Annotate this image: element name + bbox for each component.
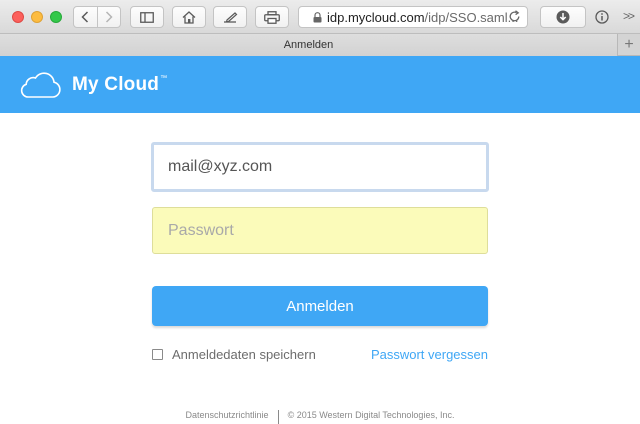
info-button[interactable] (590, 6, 614, 28)
brand-logo-text: My Cloud™ (72, 74, 167, 96)
address-bar[interactable]: idp.mycloud.com/idp/SSO.saml... (298, 6, 528, 28)
reload-icon[interactable] (508, 10, 521, 23)
tab-anmelden[interactable]: Anmelden (0, 34, 617, 56)
email-input[interactable] (151, 142, 489, 192)
chevron-double-right-icon[interactable]: >> (623, 9, 635, 23)
chevron-left-icon (81, 11, 89, 23)
back-button[interactable] (74, 7, 97, 27)
brand-name: My Cloud (72, 74, 160, 95)
browser-toolbar: idp.mycloud.com/idp/SSO.saml... >> (0, 0, 640, 34)
sidebar-icon (140, 11, 154, 23)
footer: Datenschutzrichtlinie © 2015 Western Dig… (0, 408, 640, 424)
tab-bar: Anmelden + (0, 34, 640, 56)
privacy-policy-link[interactable]: Datenschutzrichtlinie (186, 410, 269, 420)
download-icon (556, 10, 570, 24)
home-button[interactable] (172, 6, 206, 28)
annotate-button[interactable] (213, 6, 247, 28)
zoom-window-button[interactable] (50, 11, 62, 23)
tab-title: Anmelden (283, 39, 334, 51)
login-button[interactable]: Anmelden (152, 286, 488, 326)
remember-me[interactable]: Anmeldedaten speichern (152, 347, 316, 362)
downloads-button[interactable] (540, 6, 586, 28)
app-header: My Cloud™ (0, 56, 640, 113)
info-icon (595, 10, 609, 24)
print-icon (264, 10, 280, 24)
lock-icon (313, 11, 322, 22)
trademark-symbol: ™ (160, 75, 168, 82)
forward-button[interactable] (98, 7, 121, 27)
copyright-text: © 2015 Western Digital Technologies, Inc… (287, 410, 455, 420)
sidebar-button[interactable] (130, 6, 164, 28)
url-path: /idp/SSO.saml... (424, 9, 519, 25)
pencil-icon (223, 12, 237, 23)
password-input[interactable] (152, 207, 488, 254)
footer-divider (277, 410, 279, 424)
forgot-password-link[interactable]: Passwort vergessen (371, 347, 488, 362)
home-icon (182, 10, 196, 24)
plus-icon: + (624, 36, 634, 53)
minimize-window-button[interactable] (31, 11, 43, 23)
print-button[interactable] (255, 6, 289, 28)
new-tab-button[interactable]: + (617, 34, 640, 56)
navigation-buttons (73, 6, 121, 28)
chevron-right-icon (105, 11, 113, 23)
cloud-logo-icon (20, 72, 61, 98)
remember-label: Anmeldedaten speichern (172, 347, 316, 362)
close-window-button[interactable] (12, 11, 24, 23)
remember-checkbox[interactable] (152, 349, 163, 360)
url-host: idp.mycloud.com (327, 9, 425, 25)
